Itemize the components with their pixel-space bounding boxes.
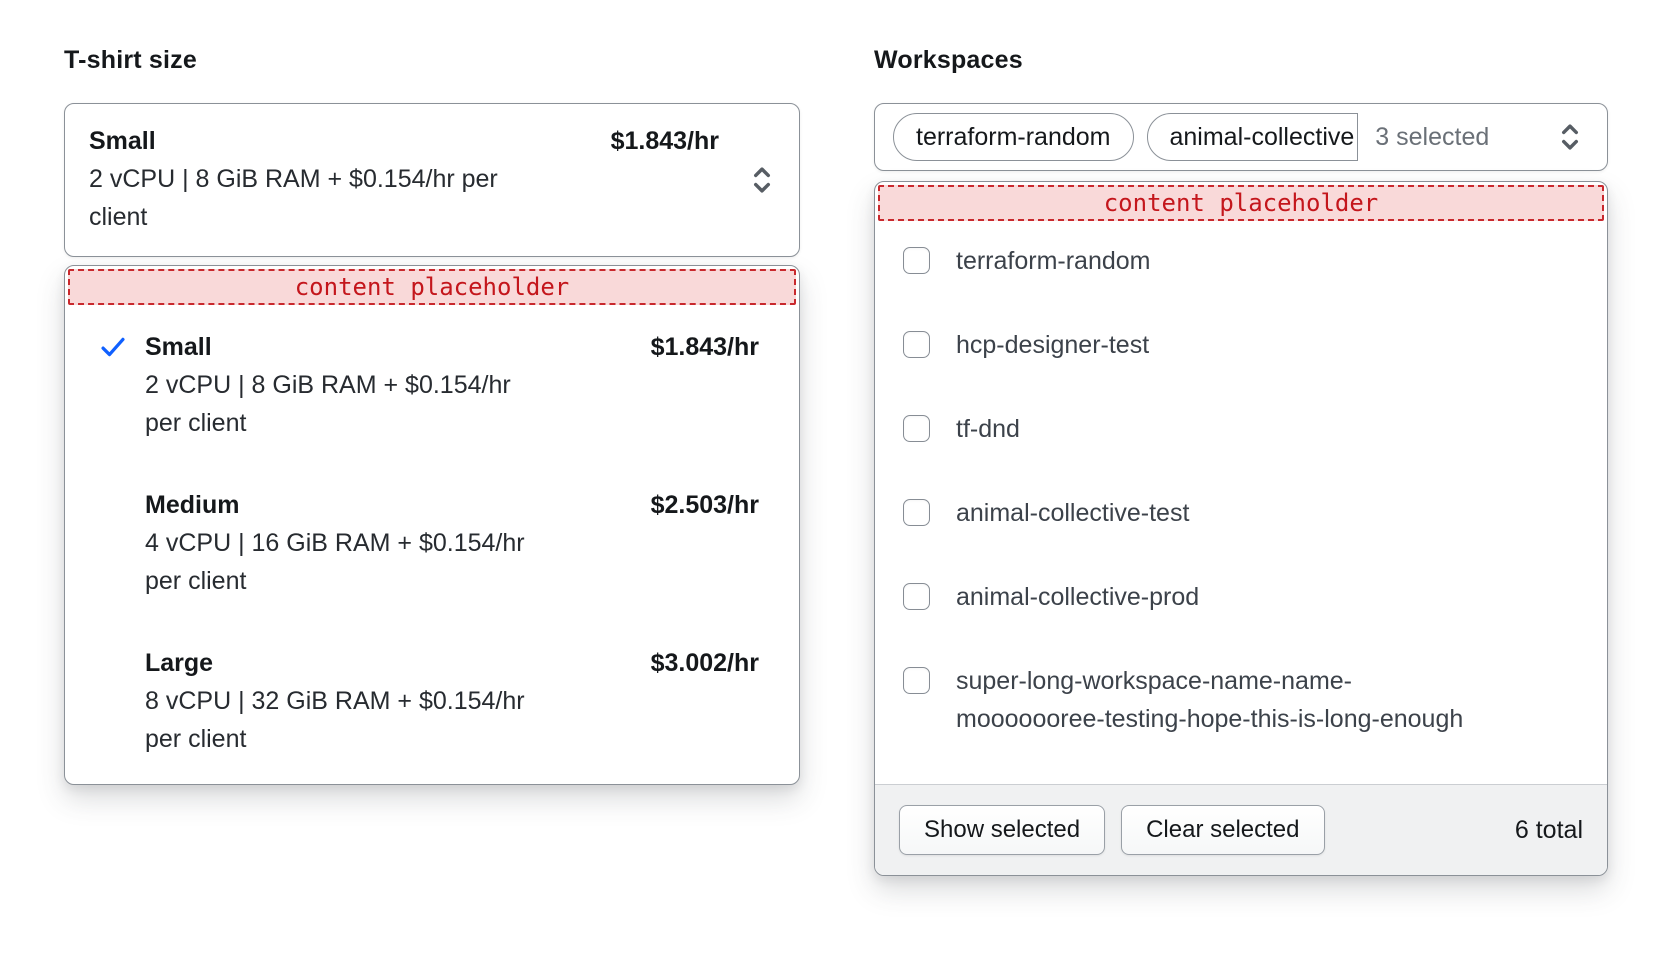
check-icon-placeholder [97,644,145,758]
workspace-option[interactable]: tf-dnd [903,410,1579,448]
selected-option-description: 2 vCPU | 8 GiB RAM + $0.154/hr per clien… [89,160,529,236]
checkbox-unchecked[interactable] [903,415,930,442]
checkbox-unchecked[interactable] [903,247,930,274]
tshirt-options-list: Small $1.843/hr 2 vCPU | 8 GiB RAM + $0.… [65,308,799,780]
option-large[interactable]: Large $3.002/hr 8 vCPU | 32 GiB RAM + $0… [97,644,759,758]
chevron-up-down-icon [1555,120,1585,154]
selected-pill-clipped[interactable]: animal-collective [1147,113,1359,161]
option-description: 2 vCPU | 8 GiB RAM + $0.154/hr per clien… [145,366,530,442]
tshirt-size-field: T-shirt size Small $1.843/hr 2 vCPU | 8 … [64,44,800,785]
option-price: $2.503/hr [651,486,759,524]
check-icon [97,328,145,442]
option-title: Medium [145,486,239,524]
option-price: $1.843/hr [651,328,759,366]
selected-count: 3 selected [1375,123,1489,152]
checkbox-unchecked[interactable] [903,583,930,610]
tshirt-size-label: T-shirt size [64,44,800,76]
total-count: 6 total [1515,816,1583,845]
check-icon-placeholder [97,486,145,600]
option-price: $3.002/hr [651,644,759,682]
workspaces-dropdown: content placeholder terraform-random hcp… [874,181,1608,876]
content-placeholder: content placeholder [68,269,796,305]
workspace-option[interactable]: hcp-designer-test [903,326,1579,364]
option-title: Small [145,328,212,366]
workspaces-field: Workspaces terraform-random animal-colle… [874,44,1608,876]
selected-option-title: Small [89,122,156,160]
selected-option-head: Small $1.843/hr [89,122,775,160]
workspace-option[interactable]: animal-collective-test [903,494,1579,532]
option-body: Large $3.002/hr 8 vCPU | 32 GiB RAM + $0… [145,644,759,758]
tshirt-size-select-trigger[interactable]: Small $1.843/hr 2 vCPU | 8 GiB RAM + $0.… [64,103,800,257]
workspaces-dropdown-footer: Show selected Clear selected 6 total [875,784,1607,875]
workspaces-select-trigger[interactable]: terraform-random animal-collective 3 sel… [874,103,1608,171]
option-body: Small $1.843/hr 2 vCPU | 8 GiB RAM + $0.… [145,328,759,442]
workspace-option-label: hcp-designer-test [956,326,1149,364]
tshirt-size-dropdown: content placeholder Small $1.843/hr 2 vC… [64,265,800,785]
content-placeholder: content placeholder [878,185,1604,221]
option-description: 4 vCPU | 16 GiB RAM + $0.154/hr per clie… [145,524,530,600]
selected-pill[interactable]: terraform-random [893,113,1134,161]
checkbox-unchecked[interactable] [903,667,930,694]
checkbox-unchecked[interactable] [903,331,930,358]
workspace-option-label: tf-dnd [956,410,1020,448]
workspace-option-label: animal-collective-test [956,494,1189,532]
option-small[interactable]: Small $1.843/hr 2 vCPU | 8 GiB RAM + $0.… [97,328,759,442]
workspace-option[interactable]: super-long-workspace-name-name-moooooore… [903,662,1579,738]
chevron-up-down-icon [747,163,777,197]
workspace-option-label: terraform-random [956,242,1151,280]
workspace-option-label: animal-collective-prod [956,578,1199,616]
show-selected-button[interactable]: Show selected [899,805,1105,855]
option-body: Medium $2.503/hr 4 vCPU | 16 GiB RAM + $… [145,486,759,600]
option-title: Large [145,644,213,682]
workspaces-label: Workspaces [874,44,1608,76]
workspaces-options-list: terraform-random hcp-designer-test tf-dn… [875,224,1607,784]
workspace-option[interactable]: animal-collective-prod [903,578,1579,616]
option-description: 8 vCPU | 32 GiB RAM + $0.154/hr per clie… [145,682,530,758]
workspace-option-label: super-long-workspace-name-name-moooooore… [956,662,1481,738]
clear-selected-button[interactable]: Clear selected [1121,805,1324,855]
option-medium[interactable]: Medium $2.503/hr 4 vCPU | 16 GiB RAM + $… [97,486,759,600]
workspace-option[interactable]: terraform-random [903,242,1579,280]
checkbox-unchecked[interactable] [903,499,930,526]
selected-option-price: $1.843/hr [611,122,719,160]
